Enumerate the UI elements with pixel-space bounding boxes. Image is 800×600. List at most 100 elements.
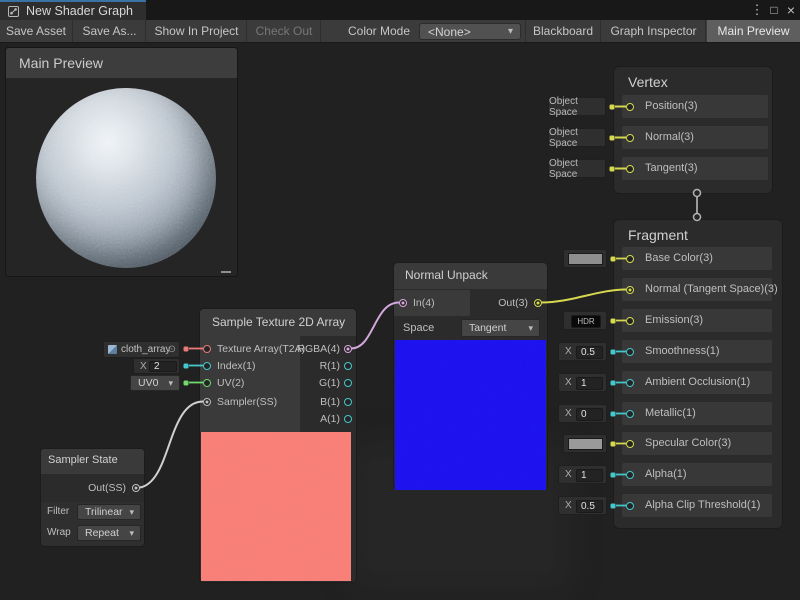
color-swatch[interactable] bbox=[568, 253, 603, 265]
wrap-dropdown[interactable]: Repeat ▾ bbox=[77, 525, 141, 541]
objectspace-label: Object Space bbox=[549, 96, 605, 118]
save-as-button[interactable]: Save As... bbox=[74, 20, 146, 42]
port-uv-in[interactable] bbox=[203, 379, 211, 387]
panel-resize-grip[interactable] bbox=[221, 271, 231, 273]
basecolor-swatch-chip[interactable] bbox=[563, 249, 607, 268]
tab-new-shader-graph[interactable]: New Shader Graph bbox=[0, 0, 146, 20]
port-ambientocclusion-in[interactable] bbox=[626, 379, 634, 387]
main-preview-header[interactable]: Main Preview bbox=[6, 48, 237, 78]
port-out3[interactable] bbox=[534, 299, 542, 307]
port-label-alphaclip: Alpha Clip Threshold(1) bbox=[645, 494, 760, 517]
port-rgba-out[interactable] bbox=[344, 345, 352, 353]
port-label-r: R(1) bbox=[280, 358, 340, 374]
port-b-out[interactable] bbox=[344, 398, 352, 406]
chevron-down-icon: ▾ bbox=[508, 24, 513, 40]
metallic-value-field[interactable]: 0 bbox=[576, 408, 603, 421]
port-texturearray-in[interactable] bbox=[203, 345, 211, 353]
stub-alpha bbox=[611, 472, 616, 477]
close-icon[interactable]: × bbox=[783, 0, 799, 20]
stub-objectspace-position bbox=[610, 104, 615, 109]
blackboard-button[interactable]: Blackboard bbox=[525, 20, 601, 42]
preview-sphere bbox=[36, 88, 216, 268]
alpha-value-chip[interactable]: X1 bbox=[558, 465, 607, 484]
smoothness-value-chip[interactable]: X0.5 bbox=[558, 342, 607, 361]
objectspace-chip-tangent[interactable]: Object Space bbox=[548, 159, 606, 178]
uv-channel-dropdown[interactable]: UV0 ▾ bbox=[130, 375, 180, 391]
objectspace-label: Object Space bbox=[549, 127, 605, 149]
object-picker-icon[interactable]: ⊙ bbox=[168, 344, 176, 355]
maximize-icon[interactable]: □ bbox=[766, 0, 782, 20]
check-out-button[interactable]: Check Out bbox=[248, 20, 321, 42]
port-label-alpha: Alpha(1) bbox=[645, 463, 687, 486]
index-value-chip[interactable]: X 2 bbox=[133, 358, 180, 374]
objectspace-chip-normal[interactable]: Object Space bbox=[548, 128, 606, 147]
port-label-smoothness: Smoothness(1) bbox=[645, 340, 720, 363]
x-label: X bbox=[140, 359, 147, 373]
save-asset-button[interactable]: Save Asset bbox=[0, 20, 73, 42]
stub-emission bbox=[611, 318, 616, 323]
port-basecolor-in[interactable] bbox=[626, 255, 634, 263]
port-a-out[interactable] bbox=[344, 415, 352, 423]
port-label-normal: Normal(3) bbox=[645, 126, 694, 149]
ambientocclusion-value-chip[interactable]: X1 bbox=[558, 373, 607, 392]
port-alphaclip-in[interactable] bbox=[626, 502, 634, 510]
wire-samplerstate-sampler[interactable] bbox=[136, 402, 203, 489]
smoothness-value-field[interactable]: 0.5 bbox=[576, 346, 603, 359]
objectspace-label: Object Space bbox=[549, 158, 605, 180]
port-label-basecolor: Base Color(3) bbox=[645, 247, 713, 270]
alpha-value-field[interactable]: 1 bbox=[576, 469, 603, 482]
texture-asset-chip[interactable]: cloth_array ⊙ bbox=[103, 341, 180, 358]
space-dropdown[interactable]: Tangent ▾ bbox=[461, 319, 540, 337]
port-g-out[interactable] bbox=[344, 379, 352, 387]
specularcolor-swatch-chip[interactable] bbox=[563, 434, 607, 453]
port-in4[interactable] bbox=[399, 299, 407, 307]
port-metallic-in[interactable] bbox=[626, 410, 634, 418]
main-preview-button[interactable]: Main Preview bbox=[707, 20, 800, 42]
port-sampler-in[interactable] bbox=[203, 398, 211, 406]
main-preview-panel[interactable]: Main Preview bbox=[5, 47, 238, 277]
port-outss[interactable] bbox=[132, 484, 140, 492]
sample-node-title: Sample Texture 2D Array bbox=[212, 315, 345, 329]
port-specularcolor-in[interactable] bbox=[626, 440, 634, 448]
color-mode-dropdown[interactable]: <None> ▾ bbox=[419, 23, 521, 40]
color-mode-label: Color Mode bbox=[348, 20, 410, 42]
hdr-field[interactable]: HDR bbox=[571, 315, 601, 328]
index-value-field[interactable]: 2 bbox=[149, 361, 177, 372]
tab-title: New Shader Graph bbox=[26, 4, 133, 18]
stub-specularcolor bbox=[611, 441, 616, 446]
alphaclip-value-chip[interactable]: X 0.5 bbox=[558, 496, 607, 515]
port-tangent-in[interactable] bbox=[626, 165, 634, 173]
graph-inspector-button[interactable]: Graph Inspector bbox=[602, 20, 706, 42]
emission-hdr-chip[interactable]: HDR bbox=[563, 311, 607, 330]
alphaclip-value-field[interactable]: 0.5 bbox=[576, 500, 603, 513]
filter-label: Filter bbox=[47, 503, 69, 521]
metallic-value-chip[interactable]: X0 bbox=[558, 404, 607, 423]
port-r-out[interactable] bbox=[344, 362, 352, 370]
port-smoothness-in[interactable] bbox=[626, 348, 634, 356]
stub-objectspace-normal bbox=[610, 135, 615, 140]
port-label-index: Index(1) bbox=[217, 358, 256, 374]
show-in-project-button[interactable]: Show In Project bbox=[147, 20, 247, 42]
ambientocclusion-value-field[interactable]: 1 bbox=[576, 377, 603, 390]
port-position-in[interactable] bbox=[626, 103, 634, 111]
wire-rgba-in[interactable] bbox=[351, 303, 399, 349]
port-index-in[interactable] bbox=[203, 362, 211, 370]
kebab-menu-icon[interactable]: ⋮ bbox=[749, 0, 765, 20]
port-alpha-in[interactable] bbox=[626, 471, 634, 479]
port-normal-in[interactable] bbox=[626, 134, 634, 142]
stub-texturearray bbox=[184, 346, 189, 351]
port-label-b: B(1) bbox=[280, 394, 340, 410]
toolbar: Save Asset Save As... Show In Project Ch… bbox=[0, 20, 800, 43]
filter-dropdown[interactable]: Trilinear ▾ bbox=[77, 504, 141, 520]
objectspace-chip-position[interactable]: Object Space bbox=[548, 97, 606, 116]
normal-unpack-title: Normal Unpack bbox=[405, 268, 488, 282]
port-label-normaltangent: Normal (Tangent Space)(3) bbox=[645, 278, 778, 301]
texture-asset-name: cloth_array bbox=[121, 344, 170, 355]
port-label-uv: UV(2) bbox=[217, 375, 244, 391]
port-emission-in[interactable] bbox=[626, 317, 634, 325]
port-label-sampler: Sampler(SS) bbox=[217, 394, 277, 410]
stub-smoothness bbox=[611, 349, 616, 354]
color-swatch[interactable] bbox=[568, 438, 603, 450]
port-normaltangent-in[interactable] bbox=[626, 286, 634, 294]
x-label: X bbox=[565, 497, 572, 514]
